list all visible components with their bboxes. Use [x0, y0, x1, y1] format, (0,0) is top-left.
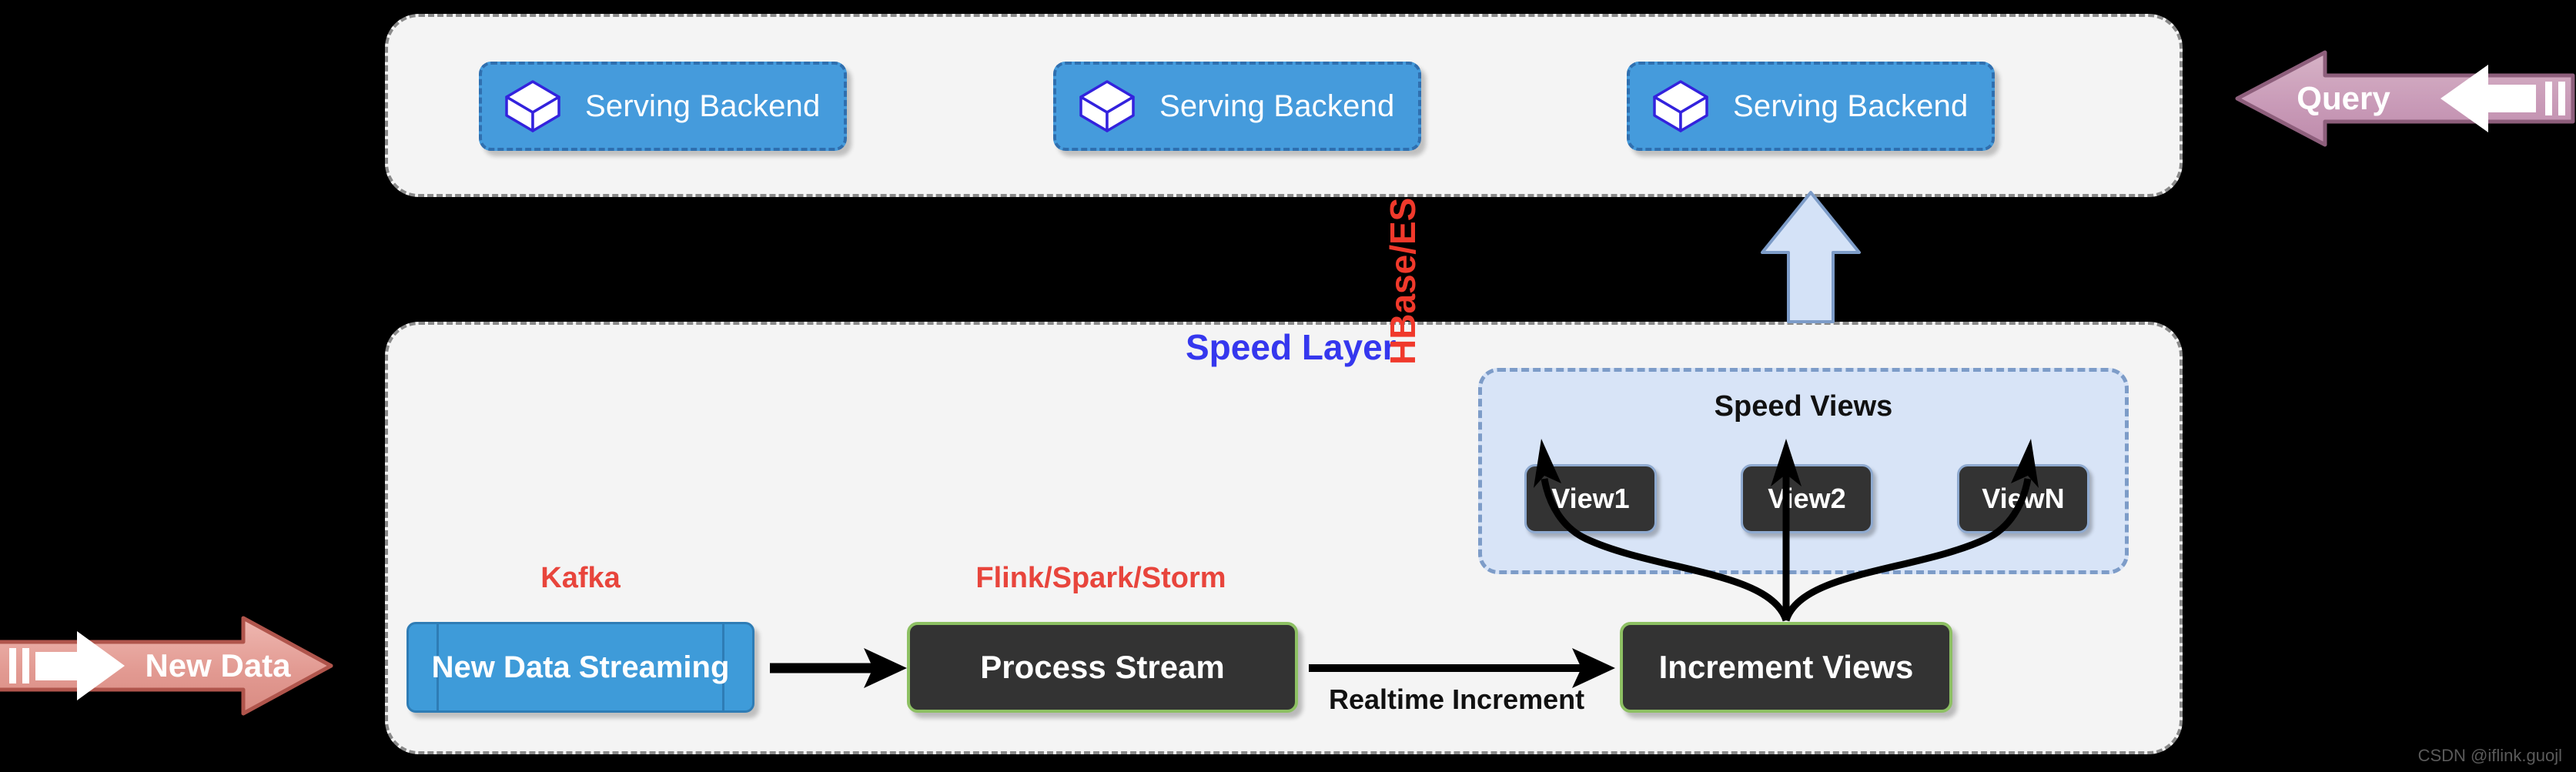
speed-view-chip[interactable]: ViewN — [1957, 464, 2089, 533]
serving-backend-label: Serving Backend — [1733, 89, 1969, 123]
increment-views-box[interactable]: Increment Views — [1620, 622, 1952, 713]
cube-icon — [1078, 79, 1136, 134]
serving-backend-card[interactable]: Serving Backend — [1627, 62, 1995, 151]
speed-views-container: Speed Views View1 View2 ViewN — [1478, 368, 2129, 574]
query-arrow: Query — [2234, 48, 2576, 149]
serving-backend-label: Serving Backend — [1159, 89, 1395, 123]
speed-layer-title: Speed Layer — [1186, 327, 1397, 367]
speed-views-title: Speed Views — [1714, 390, 1893, 423]
serving-backend-label: Serving Backend — [585, 89, 821, 123]
speed-to-serving-arrow — [1761, 191, 1861, 323]
cube-icon — [503, 79, 562, 134]
diagram-canvas: Serving Backend Serving Backend Serving … — [0, 0, 2576, 772]
stream-engine-label: Flink/Spark/Storm — [975, 562, 1226, 594]
serving-backend-card[interactable]: Serving Backend — [1053, 62, 1421, 151]
hbase-es-label: HBase/ES — [1383, 197, 1423, 365]
new-data-arrow: New Data — [0, 614, 334, 717]
process-stream-box[interactable]: Process Stream — [907, 622, 1298, 713]
new-data-arrow-label: New Data — [145, 647, 291, 683]
kafka-label: Kafka — [540, 562, 621, 594]
serving-backend-card[interactable]: Serving Backend — [479, 62, 847, 151]
speed-view-chip[interactable]: View1 — [1524, 464, 1657, 533]
query-arrow-label: Query — [2297, 80, 2390, 116]
realtime-increment-edge-label: Realtime Increment — [1329, 683, 1585, 715]
cube-icon — [1651, 79, 1710, 134]
watermark: CSDN @iflink.guojl — [2417, 746, 2562, 765]
new-data-streaming-box[interactable]: New Data Streaming — [406, 622, 754, 713]
speed-view-chip[interactable]: View2 — [1741, 464, 1873, 533]
new-data-streaming-label: New Data Streaming — [431, 650, 730, 684]
